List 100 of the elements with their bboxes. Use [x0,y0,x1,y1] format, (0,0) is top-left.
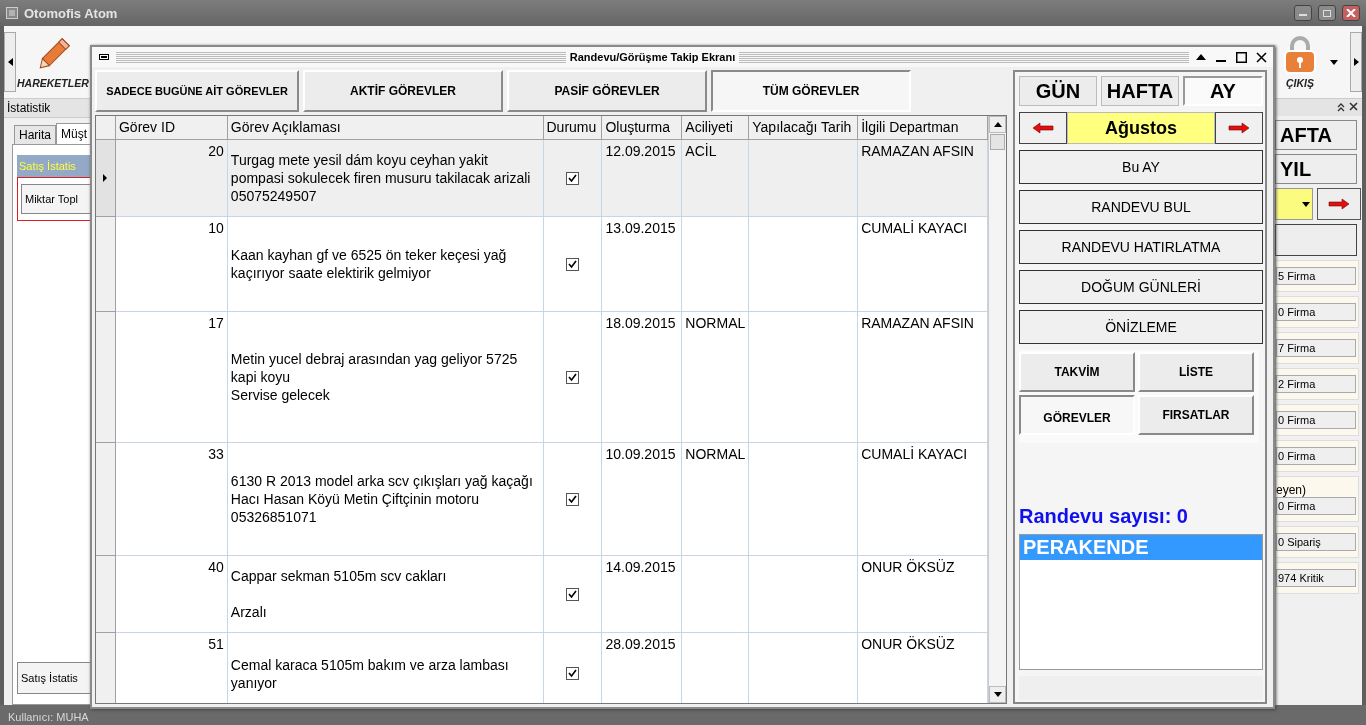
table-cell: Cappar sekman 5105m scv cakları Arzalı [227,556,544,633]
maximize-icon [1235,51,1247,63]
toolbar-button[interactable]: ÇIKIŞ [1282,33,1318,91]
table-cell: Cemal karaca 5105m bakım ve arza lambası yanıyor [227,633,544,703]
status-checkbox[interactable] [565,370,579,384]
action-button[interactable]: DOĞUM GÜNLERİ [1019,270,1263,304]
maximize-icon [1322,9,1332,17]
table-cell: RAMAZAN AFSIN [858,140,988,217]
close-icon [1255,51,1267,63]
stat-value: 0 Firma [1276,411,1356,429]
panel-title: İstatistik [4,99,92,118]
close-icon[interactable] [1349,102,1358,111]
current-row-icon [103,174,108,182]
table-cell: 12.09.2015 [602,140,683,217]
stat-value: 2 Firma [1276,375,1356,393]
left-arrow-icon [1032,122,1054,134]
mode-button[interactable]: TAKVİM [1019,352,1135,392]
filter-tab[interactable]: TÜM GÖREVLER [711,70,911,112]
close-button[interactable] [1253,49,1269,65]
stat-value: 7 Firma [1276,339,1356,357]
action-button[interactable]: Bu AY [1019,150,1263,184]
mode-button[interactable]: FIRSATLAR [1138,395,1254,435]
panel-tab[interactable]: Harita [14,125,56,144]
right-arrow-icon [1228,122,1250,134]
status-checkbox[interactable] [565,667,579,680]
table-cell: NORMAL [682,312,750,443]
check-icon [567,173,577,183]
caret-icon [1302,201,1310,207]
month-label: Ağustos [1067,112,1215,144]
action-button[interactable]: RANDEVU HATIRLATMA [1019,230,1263,264]
status-checkbox[interactable] [565,492,579,506]
table-cell: 20 [116,140,228,217]
padlock-icon [1283,35,1317,75]
maximize-button[interactable] [1318,5,1336,21]
view-button[interactable]: HAFTA [1101,76,1179,106]
stat-value: 0 Firma [1276,303,1356,321]
period-button[interactable]: AFTA [1275,120,1357,150]
filter-tab[interactable]: PASİF GÖREVLER [507,70,707,112]
blank-button[interactable] [1275,224,1357,256]
filter-tab[interactable]: AKTİF GÖREVLER [303,70,503,112]
status-checkbox[interactable] [565,171,579,185]
table-cell: 10 [116,217,228,312]
table-cell: 18.09.2015 [602,312,683,443]
table-cell: NORMAL [682,443,750,556]
check-icon [567,589,577,599]
check-icon [567,259,577,269]
view-button[interactable]: AY [1183,76,1263,106]
status-checkbox[interactable] [565,257,579,271]
table-cell: 10.09.2015 [602,443,683,556]
mode-button[interactable]: GÖREVLER [1019,395,1135,435]
triangle-up-icon [993,122,1002,127]
triangle-right-icon [1353,58,1359,66]
scroll-left-button[interactable] [4,32,16,92]
system-menu-icon [99,54,109,60]
action-button[interactable]: RANDEVU BUL [1019,190,1263,224]
triangle-up-icon [1196,54,1206,60]
collapse-icon[interactable] [1337,102,1345,112]
dialog-title: Randevu/Görüşme Takip Ekranı [569,51,736,63]
year-combo[interactable] [1275,188,1313,220]
triangle-left-icon [7,58,13,66]
minimize-icon [1216,60,1226,62]
toolbar-button[interactable]: HAREKETLER [16,33,90,91]
view-button[interactable]: GÜN [1019,76,1097,106]
next-month-button[interactable] [1215,112,1263,144]
check-icon [567,372,577,382]
maximize-button[interactable] [1233,49,1249,65]
table-cell: 28.09.2015 [602,633,683,703]
table-cell: ACİL [682,140,750,217]
table-cell: 13.09.2015 [602,217,683,312]
panel-tab[interactable]: Müşt [56,123,93,144]
scroll-right-button[interactable] [1350,32,1362,92]
scrollbar-thumb[interactable] [990,134,1005,150]
table-cell: 40 [116,556,228,633]
action-button[interactable]: ÖNİZLEME [1019,310,1263,344]
card-legend: eyen) [1276,483,1356,497]
filter-tab[interactable]: SADECE BUGÜNE AİT GÖREVLER [95,70,299,112]
check-icon [567,669,577,678]
scroll-down-button[interactable] [989,686,1006,703]
stat-value: 0 Firma [1276,447,1356,465]
section-header: Satış İstatis [17,155,91,177]
stat-value: 0 Sipariş [1276,533,1356,551]
right-arrow-icon [1328,198,1350,210]
mode-button[interactable]: LİSTE [1138,352,1254,392]
stat-value: 0 Firma [1276,497,1356,515]
next-button[interactable] [1317,188,1361,220]
table-cell: Metin yucel debraj arasından yag geliyor 5725 kapi koyu Servise gelecek [227,312,544,443]
table-cell: 33 [116,443,228,556]
table-cell: 51 [116,633,228,703]
appointment-count: Randevu sayısı: 0 [1019,505,1189,528]
minimize-button[interactable] [1294,5,1312,21]
window-title: Otomofis Atom [24,5,118,21]
triangle-down-icon [993,692,1002,697]
dropdown-caret-icon[interactable] [1330,59,1338,65]
bottom-tab[interactable]: Satış İstatis [17,662,91,694]
close-button[interactable] [1342,5,1360,21]
vertical-scrollbar[interactable] [988,116,1006,703]
status-checkbox[interactable] [565,587,579,601]
period-button[interactable]: YIL [1275,154,1357,184]
scroll-up-button[interactable] [989,116,1006,133]
previous-month-button[interactable] [1019,112,1067,144]
